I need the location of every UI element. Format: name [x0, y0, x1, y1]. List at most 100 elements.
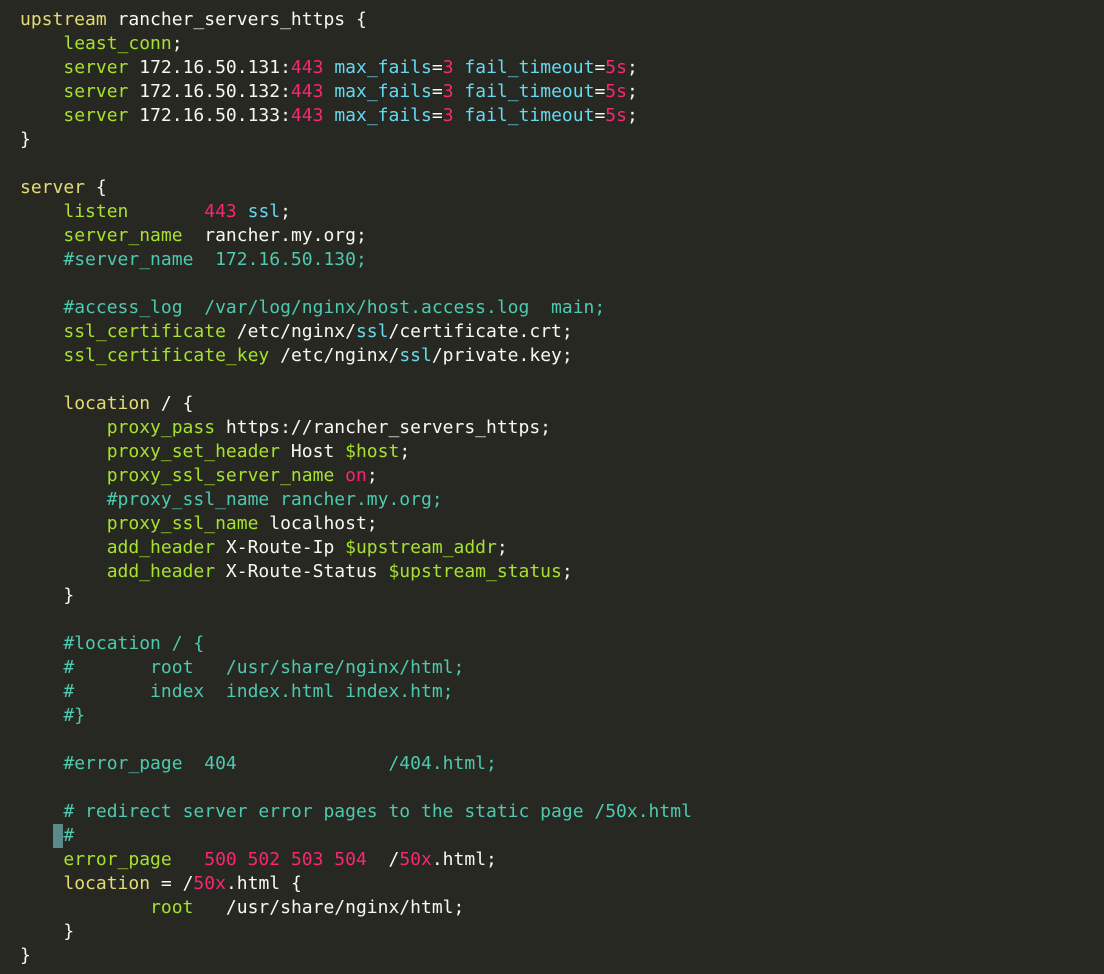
- text-token: Host: [280, 441, 346, 462]
- keyword-token: location: [63, 393, 151, 414]
- code-editor[interactable]: upstream rancher_servers_https { least_c…: [0, 0, 1104, 974]
- code-line[interactable]: }: [20, 944, 1104, 968]
- code-line[interactable]: # root /usr/share/nginx/html;: [20, 656, 1104, 680]
- code-line[interactable]: server 172.16.50.133:443 max_fails=3 fai…: [20, 104, 1104, 128]
- code-line[interactable]: [20, 776, 1104, 800]
- code-line[interactable]: proxy_ssl_name localhost;: [20, 512, 1104, 536]
- text-token: ;: [626, 57, 638, 78]
- code-line[interactable]: upstream rancher_servers_https {: [20, 8, 1104, 32]
- directive-token: proxy_ssl_server_name: [106, 465, 335, 486]
- code-line[interactable]: #access_log /var/log/nginx/host.access.l…: [20, 296, 1104, 320]
- text-token: ;: [399, 441, 411, 462]
- code-line[interactable]: #server_name 172.16.50.130;: [20, 248, 1104, 272]
- text-token: ;: [496, 537, 508, 558]
- text-token: .html;: [431, 849, 497, 870]
- code-line[interactable]: #location / {: [20, 632, 1104, 656]
- code-line[interactable]: error_page 500 502 503 504 /50x.html;: [20, 848, 1104, 872]
- comment-token: #}: [63, 705, 86, 726]
- text-token: https://rancher_servers_https;: [215, 417, 552, 438]
- directive-token: server: [63, 81, 129, 102]
- code-line[interactable]: [20, 728, 1104, 752]
- text-token: /private.key;: [431, 345, 573, 366]
- directive-token: server: [63, 105, 129, 126]
- text-token: = /: [150, 873, 194, 894]
- code-line[interactable]: # redirect server error pages to the sta…: [20, 800, 1104, 824]
- text-token: /: [366, 849, 400, 870]
- code-line[interactable]: server 172.16.50.132:443 max_fails=3 fai…: [20, 80, 1104, 104]
- code-line[interactable]: server {: [20, 176, 1104, 200]
- text-token: {: [85, 177, 107, 198]
- variable-token: $upstream_addr: [345, 537, 497, 558]
- number-token: 443: [290, 57, 324, 78]
- code-line[interactable]: [20, 152, 1104, 176]
- text-token: X-Route-Status: [215, 561, 389, 582]
- param-token: max_fails: [334, 81, 432, 102]
- code-line[interactable]: location / {: [20, 392, 1104, 416]
- text-token: /certificate.crt;: [388, 321, 573, 342]
- code-line[interactable]: }: [20, 584, 1104, 608]
- number-token: 3: [442, 105, 454, 126]
- comment-token: #location / {: [63, 633, 205, 654]
- comment-token: #error_page 404 /404.html;: [63, 753, 497, 774]
- directive-token: listen: [63, 201, 129, 222]
- code-line[interactable]: least_conn;: [20, 32, 1104, 56]
- text-token: ;: [280, 201, 291, 222]
- variable-token: $upstream_status: [388, 561, 562, 582]
- code-line[interactable]: [20, 368, 1104, 392]
- directive-token: proxy_pass: [106, 417, 216, 438]
- code-line[interactable]: root /usr/share/nginx/html;: [20, 896, 1104, 920]
- text-token: }: [20, 945, 31, 966]
- code-line[interactable]: proxy_pass https://rancher_servers_https…: [20, 416, 1104, 440]
- text-token: =: [431, 81, 443, 102]
- code-line[interactable]: [20, 608, 1104, 632]
- code-line[interactable]: add_header X-Route-Status $upstream_stat…: [20, 560, 1104, 584]
- code-line[interactable]: proxy_ssl_server_name on;: [20, 464, 1104, 488]
- number-token: 443: [290, 105, 324, 126]
- code-line[interactable]: add_header X-Route-Ip $upstream_addr;: [20, 536, 1104, 560]
- text-token: =: [431, 105, 443, 126]
- directive-token: add_header: [106, 537, 216, 558]
- code-line[interactable]: #: [20, 824, 1104, 848]
- code-line[interactable]: # index index.html index.htm;: [20, 680, 1104, 704]
- number-token: 5s: [605, 105, 627, 126]
- code-line[interactable]: ssl_certificate /etc/nginx/ssl/certifica…: [20, 320, 1104, 344]
- code-line[interactable]: #error_page 404 /404.html;: [20, 752, 1104, 776]
- text-token: 172.16.50.131:: [128, 57, 291, 78]
- code-line[interactable]: #proxy_ssl_name rancher.my.org;: [20, 488, 1104, 512]
- code-line[interactable]: ssl_certificate_key /etc/nginx/ssl/priva…: [20, 344, 1104, 368]
- text-token: 172.16.50.132:: [128, 81, 291, 102]
- number-token: 50x: [193, 873, 226, 894]
- directive-token: least_conn: [63, 33, 172, 54]
- code-line[interactable]: server 172.16.50.131:443 max_fails=3 fai…: [20, 56, 1104, 80]
- code-line[interactable]: }: [20, 920, 1104, 944]
- code-line[interactable]: server_name rancher.my.org;: [20, 224, 1104, 248]
- directive-token: server: [63, 57, 129, 78]
- code-line[interactable]: listen 443 ssl;: [20, 200, 1104, 224]
- code-line[interactable]: location = /50x.html {: [20, 872, 1104, 896]
- text-token: ;: [366, 465, 378, 486]
- directive-token: ssl_certificate: [63, 321, 226, 342]
- text-token: ;: [561, 561, 573, 582]
- code-line[interactable]: proxy_set_header Host $host;: [20, 440, 1104, 464]
- code-line[interactable]: #}: [20, 704, 1104, 728]
- code-line[interactable]: [20, 272, 1104, 296]
- code-line[interactable]: }: [20, 128, 1104, 152]
- text-token: /etc/nginx/: [269, 345, 400, 366]
